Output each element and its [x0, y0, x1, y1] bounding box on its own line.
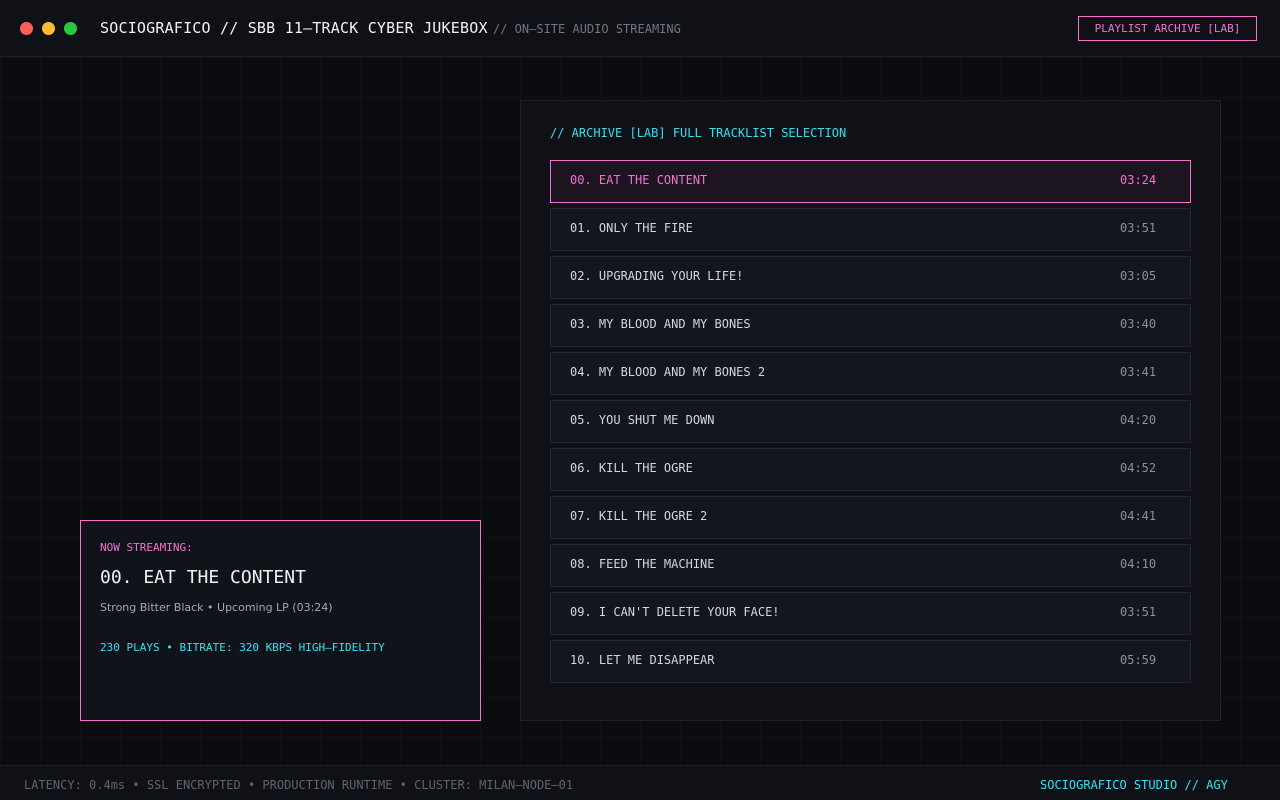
track-duration: 04:41: [1120, 509, 1157, 523]
track-title: 10. LET ME DISAPPEAR: [570, 653, 715, 667]
footer-brand: SOCIOGRAFICO STUDIO // AGY: [1040, 778, 1228, 792]
now-streaming-title: 00. EAT THE CONTENT: [100, 567, 306, 588]
maximize-window-dot-icon[interactable]: [64, 22, 77, 35]
track-title: 06. KILL THE OGRE: [570, 461, 693, 475]
close-window-dot-icon[interactable]: [20, 22, 33, 35]
tracklist-heading: // ARCHIVE [LAB] FULL TRACKLIST SELECTIO…: [550, 126, 847, 140]
track-duration: 04:10: [1120, 557, 1157, 571]
track-duration: 05:59: [1120, 653, 1157, 667]
app-subtitle: // ON–SITE AUDIO STREAMING: [493, 22, 681, 36]
now-streaming-stats: 230 PLAYS • BITRATE: 320 KBPS HIGH–FIDEL…: [100, 641, 385, 654]
track-duration: 04:20: [1120, 413, 1157, 427]
track-title: 05. YOU SHUT ME DOWN: [570, 413, 715, 427]
track-row[interactable]: 08. FEED THE MACHINE 04:10: [550, 544, 1191, 587]
track-row[interactable]: 04. MY BLOOD AND MY BONES 2 03:41: [550, 352, 1191, 395]
app-header: SOCIOGRAFICO // SBB 11–TRACK CYBER JUKEB…: [0, 0, 1280, 57]
track-title: 09. I CAN'T DELETE YOUR FACE!: [570, 605, 780, 619]
track-title: 00. EAT THE CONTENT: [570, 173, 708, 187]
track-row[interactable]: 05. YOU SHUT ME DOWN 04:20: [550, 400, 1191, 443]
track-duration: 03:05: [1120, 269, 1157, 283]
status-footer: LATENCY: 0.4ms • SSL ENCRYPTED • PRODUCT…: [0, 765, 1280, 800]
playlist-archive-button[interactable]: PLAYLIST ARCHIVE [LAB]: [1078, 16, 1257, 41]
track-row[interactable]: 09. I CAN'T DELETE YOUR FACE! 03:51: [550, 592, 1191, 635]
track-title: 07. KILL THE OGRE 2: [570, 509, 708, 523]
track-title: 03. MY BLOOD AND MY BONES: [570, 317, 751, 331]
track-title: 04. MY BLOOD AND MY BONES 2: [570, 365, 766, 379]
track-row[interactable]: 00. EAT THE CONTENT 03:24: [550, 160, 1191, 203]
track-duration: 03:40: [1120, 317, 1157, 331]
footer-status-text: LATENCY: 0.4ms • SSL ENCRYPTED • PRODUCT…: [24, 778, 574, 792]
app-title: SOCIOGRAFICO // SBB 11–TRACK CYBER JUKEB…: [100, 19, 488, 37]
track-duration: 03:41: [1120, 365, 1157, 379]
track-row[interactable]: 03. MY BLOOD AND MY BONES 03:40: [550, 304, 1191, 347]
track-title: 02. UPGRADING YOUR LIFE!: [570, 269, 744, 283]
track-title: 01. ONLY THE FIRE: [570, 221, 693, 235]
track-row[interactable]: 06. KILL THE OGRE 04:52: [550, 448, 1191, 491]
track-row[interactable]: 01. ONLY THE FIRE 03:51: [550, 208, 1191, 251]
tracklist-panel: // ARCHIVE [LAB] FULL TRACKLIST SELECTIO…: [520, 100, 1221, 721]
now-streaming-meta: Strong Bitter Black • Upcoming LP (03:24…: [100, 601, 333, 614]
track-duration: 03:51: [1120, 605, 1157, 619]
now-streaming-label: NOW STREAMING:: [100, 541, 193, 554]
now-streaming-card: NOW STREAMING: 00. EAT THE CONTENT Stron…: [80, 520, 481, 721]
track-row[interactable]: 10. LET ME DISAPPEAR 05:59: [550, 640, 1191, 683]
track-row[interactable]: 02. UPGRADING YOUR LIFE! 03:05: [550, 256, 1191, 299]
track-row[interactable]: 07. KILL THE OGRE 2 04:41: [550, 496, 1191, 539]
track-duration: 03:51: [1120, 221, 1157, 235]
track-duration: 03:24: [1120, 173, 1157, 187]
track-title: 08. FEED THE MACHINE: [570, 557, 715, 571]
minimize-window-dot-icon[interactable]: [42, 22, 55, 35]
track-duration: 04:52: [1120, 461, 1157, 475]
